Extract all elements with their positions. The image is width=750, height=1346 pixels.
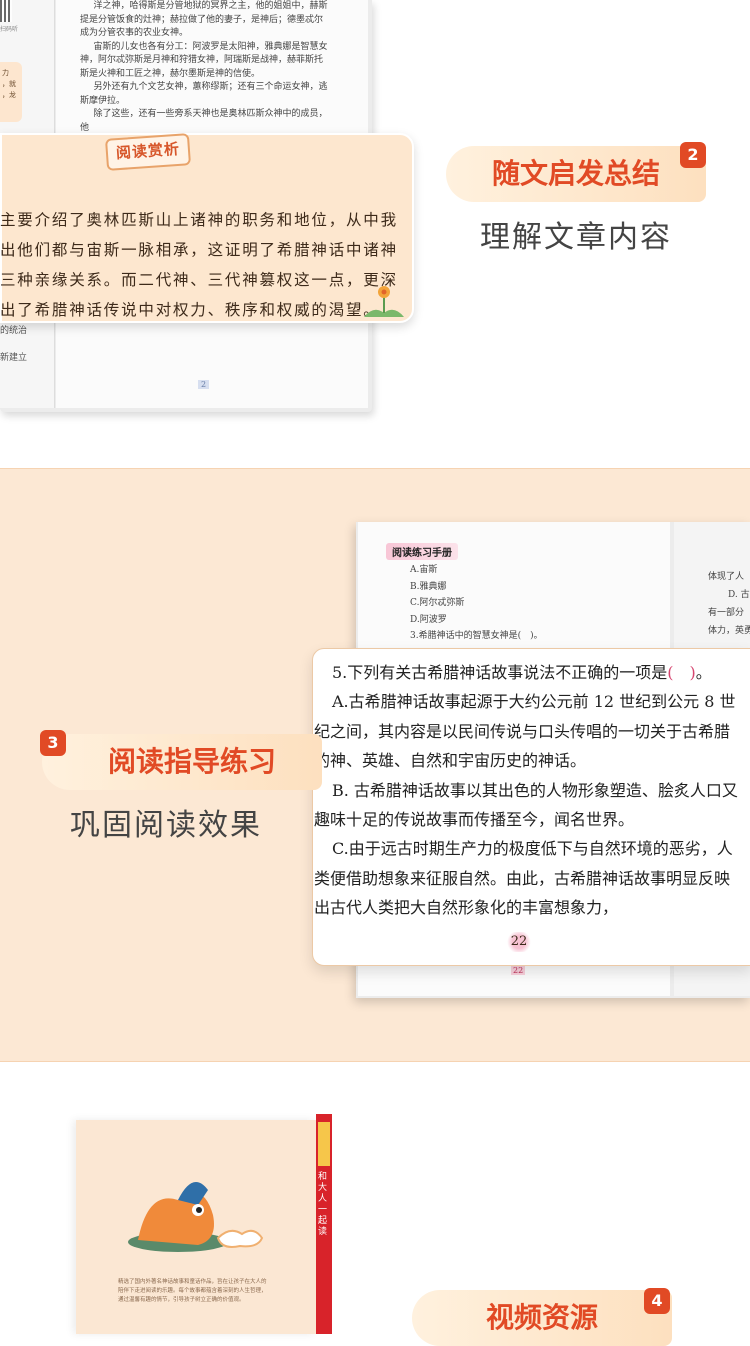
flower-icon	[364, 286, 404, 317]
exercise-text: 5.下列有关古希腊神话故事说法不正确的一项是( )。 A.古希腊神话故事起源于大…	[314, 658, 739, 923]
feature-number-badge: 2	[680, 142, 706, 168]
fish-illustration-icon	[128, 1182, 264, 1252]
box-description: 精选了国内外著名神话故事和童话作品，旨在让孩子在大人的陪伴下走进阅读的乐趣。每个…	[118, 1279, 267, 1303]
page-number: 22	[511, 966, 526, 975]
qr-caption: 扫码听	[0, 26, 19, 33]
paragraph: 另外还有九个文艺女神，蕙称缪斯；还有三个命运女神，逃斯摩伊拉。	[80, 82, 328, 106]
box-spine-title: 和大人一起读	[318, 1172, 328, 1237]
feature-title-practice: 阅读指导练习	[42, 734, 322, 790]
paragraph: 宙斯的儿女也各有分工：阿波罗是太阳神，雅典娜是智慧女神，阿尔忒弥斯是月神和狩猎女…	[80, 41, 328, 79]
feature-title-summary: 随文启发总结	[446, 146, 706, 202]
option-c: C.由于远古时期生产力的极度低下与自然环境的恶劣，人类便借助想象来征服自然。由此…	[314, 839, 733, 918]
answer-options: A.宙斯 B.雅典娜 C.阿尔忒弥斯 D.阿波罗	[410, 562, 464, 628]
option-b: B. 古希腊神话故事以其出色的人物形象塑造、脍炙人口又趣味十足的传说故事而传播至…	[314, 780, 738, 830]
feature-number-badge: 3	[40, 730, 66, 756]
paragraph: 除了这些，还有一些旁系天神也是奥林匹斯众神中的成员，他	[80, 109, 328, 133]
option: B.雅典娜	[410, 581, 447, 592]
manual-label: 阅读练习手册	[386, 543, 458, 560]
question-3: 3.希腊神话中的智慧女神是( )。	[410, 631, 543, 641]
feature-number-badge: 4	[644, 1288, 670, 1314]
question-5: 5.下列有关古希腊神话故事说法不正确的一项是( )。	[332, 663, 712, 682]
feature-subtitle: 理解文章内容	[480, 220, 672, 255]
option: A.宙斯	[410, 565, 438, 575]
seal-icon	[318, 1122, 330, 1166]
option-a: A.古希腊神话故事起源于大约公元前 12 世纪到公元 8 世纪之间，其内容是以民…	[314, 692, 736, 771]
page-number: 22	[506, 932, 532, 952]
side-note-text: 力 ，就 ，龙	[2, 69, 16, 99]
book-body-text: 洋之神，哈得斯是分管地狱的冥界之主，他的姐姐中，赫斯提是分管饭食的灶神；赫拉做了…	[80, 0, 330, 135]
qr-code-icon	[0, 0, 12, 22]
paragraph: 洋之神，哈得斯是分管地狱的冥界之主，他的姐姐中，赫斯提是分管饭食的灶神；赫拉做了…	[80, 1, 328, 38]
page-number: 2	[198, 372, 210, 391]
appreciation-label: 阅读赏析	[104, 133, 192, 171]
option: C.阿尔忒弥斯	[410, 598, 465, 608]
feature-subtitle: 巩固阅读效果	[70, 808, 262, 843]
right-page-text: 体现了人 D. 古 有一部分 体力，英勇	[708, 572, 750, 636]
feature-title-video: 视频资源	[412, 1290, 672, 1346]
option: D.阿波罗	[410, 614, 447, 625]
appreciation-text: 主要介绍了奥林匹斯山上诸神的职务和地位，从中我 出他们都与宙斯一脉相承，这证明了希…	[0, 211, 398, 319]
answer-blank: ( )	[667, 663, 696, 682]
